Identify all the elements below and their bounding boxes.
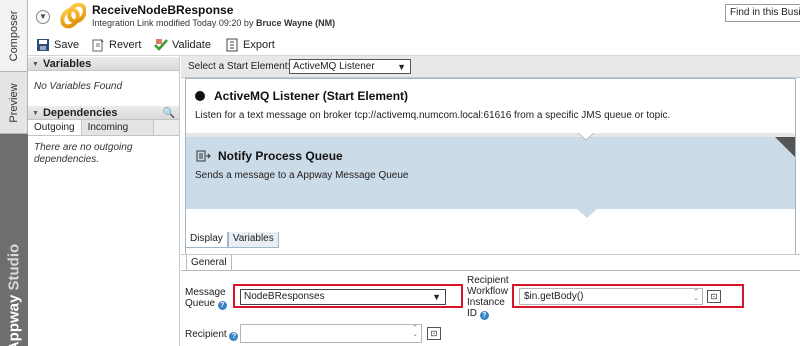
recipient-label: Recipient ? xyxy=(185,329,239,341)
help-icon[interactable]: ? xyxy=(217,301,227,310)
start-element-bar: Select a Start Element: ActiveMQ Listene… xyxy=(181,56,800,78)
spinner-icon[interactable]: ⌃ ⌄ xyxy=(693,289,699,302)
find-input[interactable]: Find in this Business xyxy=(725,4,800,22)
step-desc: Listen for a text message on broker tcp:… xyxy=(195,110,671,121)
flow-step-start[interactable]: ActiveMQ Listener (Start Element) Listen… xyxy=(186,79,795,133)
chevron-down-icon: ▼ xyxy=(432,292,441,302)
export-button[interactable]: Export xyxy=(225,37,275,53)
tab-preview[interactable]: Preview xyxy=(0,72,28,134)
save-button[interactable]: Save xyxy=(36,37,79,53)
step-name: ActiveMQ Listener (Start Element) xyxy=(214,89,409,103)
save-label: Save xyxy=(54,39,80,51)
chevron-down-icon: ▼ xyxy=(397,62,406,72)
start-element-value: ActiveMQ Listener xyxy=(293,61,375,72)
tab-display[interactable]: Display xyxy=(185,232,228,248)
expression-editor-button[interactable]: ⊡ xyxy=(427,327,441,340)
export-icon xyxy=(226,38,238,52)
properties-panel: General Message Queue ? NodeBResponses ▼… xyxy=(181,254,800,346)
dependencies-empty: There are no outgoing dependencies. xyxy=(34,142,133,165)
start-element-label: Select a Start Element: xyxy=(188,61,291,72)
dependencies-tabs: Outgoing Incoming xyxy=(28,120,179,136)
help-icon[interactable]: ? xyxy=(229,332,239,341)
step-desc: Sends a message to a Appway Message Queu… xyxy=(195,170,409,181)
dependencies-title: Dependencies xyxy=(42,107,118,119)
recipient-workflow-value: $in.getBody() xyxy=(524,291,584,302)
flow-step-notify[interactable]: Notify Process Queue Sends a message to … xyxy=(186,137,795,209)
toolbar: Save Revert Validate Export xyxy=(28,34,800,56)
integration-link-icon xyxy=(60,3,86,29)
start-element-select[interactable]: ActiveMQ Listener ▼ xyxy=(289,59,411,74)
variables-empty: No Variables Found xyxy=(34,81,123,92)
dependencies-section-header[interactable]: ▼ Dependencies 🔍 xyxy=(28,105,179,120)
tab-preview-label: Preview xyxy=(7,82,20,123)
recipient-workflow-label: Recipient Workflow Instance ID ? xyxy=(467,275,509,320)
step-name: Notify Process Queue xyxy=(218,149,343,163)
brand-logo: Appway Studio xyxy=(5,243,23,346)
modified-info: Integration Link modified Today 09:20 by… xyxy=(92,18,336,28)
tab-composer[interactable]: Composer xyxy=(0,0,28,72)
tab-outgoing[interactable]: Outgoing xyxy=(28,120,82,135)
validate-label: Validate xyxy=(172,39,211,51)
canvas-tabs: Display Variables xyxy=(185,232,279,248)
export-label: Export xyxy=(243,39,275,51)
tab-divider xyxy=(181,270,800,271)
spinner-icon[interactable]: ⌃ ⌄ xyxy=(412,325,418,338)
help-icon[interactable]: ? xyxy=(479,311,489,320)
page-title: ReceiveNodeBResponse xyxy=(92,3,234,17)
collapse-triangle-icon: ▼ xyxy=(32,61,39,68)
flow-connector xyxy=(577,209,597,218)
message-queue-value: NodeBResponses xyxy=(244,291,325,302)
revert-icon xyxy=(92,39,104,52)
tab-incoming[interactable]: Incoming xyxy=(81,120,154,135)
validate-button[interactable]: Validate xyxy=(154,37,211,53)
editor-header: ▼ ReceiveNodeBResponse Integration Link … xyxy=(28,0,800,34)
start-dot-icon xyxy=(195,91,205,101)
variables-title: Variables xyxy=(42,58,92,70)
pin-icon[interactable]: 🔍 xyxy=(163,107,175,121)
recipient-workflow-input[interactable]: $in.getBody() ⌃ ⌄ xyxy=(519,288,703,305)
tab-general[interactable]: General xyxy=(186,255,232,271)
floppy-icon xyxy=(37,39,49,51)
revert-label: Revert xyxy=(109,39,142,51)
recipient-input[interactable]: ⌃ ⌄ xyxy=(240,324,422,343)
variables-section-header[interactable]: ▼ Variables xyxy=(28,56,179,71)
collapse-triangle-icon: ▼ xyxy=(32,110,39,117)
revert-button[interactable]: Revert xyxy=(91,37,141,53)
message-queue-label: Message Queue ? xyxy=(185,287,227,310)
expression-editor-button[interactable]: ⊡ xyxy=(707,290,721,303)
collapse-button[interactable]: ▼ xyxy=(36,10,50,24)
side-panel: ▼ Variables No Variables Found ▼ Dependenc… xyxy=(28,56,180,346)
validate-icon xyxy=(154,39,168,51)
tab-composer-label: Composer xyxy=(7,10,20,61)
flow-connector xyxy=(186,133,795,141)
perspective-strip: Composer Preview Appway Studio xyxy=(0,0,28,346)
tab-variables[interactable]: Variables xyxy=(227,232,279,248)
message-queue-select[interactable]: NodeBResponses ▼ xyxy=(240,289,446,305)
queue-icon xyxy=(196,150,211,162)
